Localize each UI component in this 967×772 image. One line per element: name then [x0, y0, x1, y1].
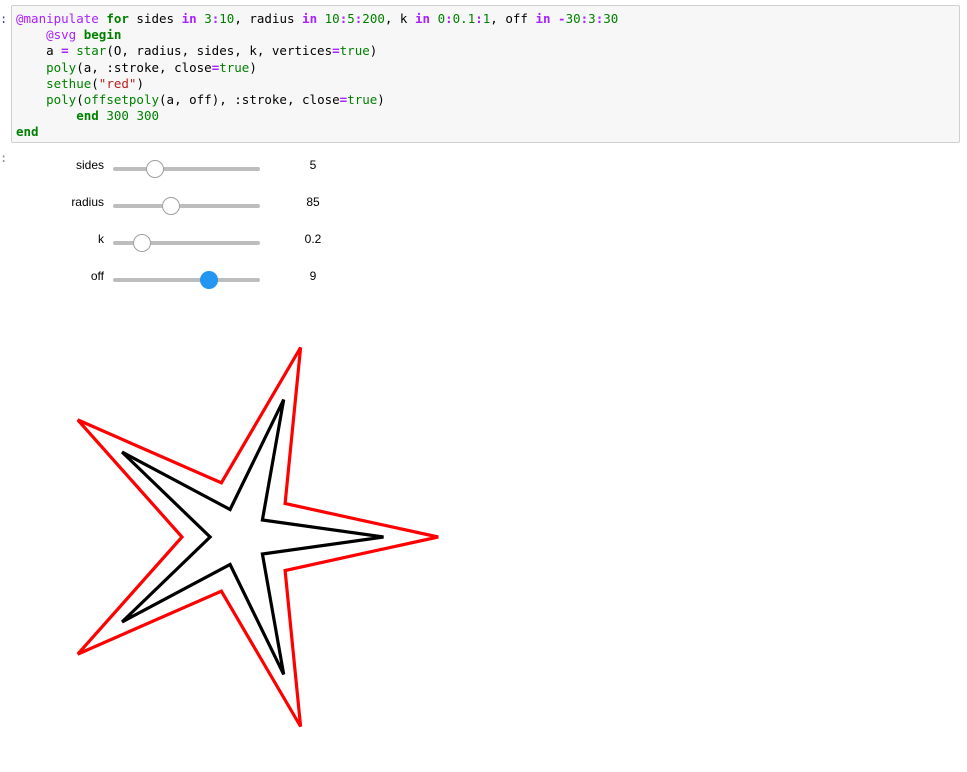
slider-row-k: k 0.2 [0, 231, 400, 257]
inner-star-polygon [120, 398, 384, 676]
code-editor[interactable]: @manipulate for sides in 3:10, radius in… [12, 6, 959, 141]
slider-handle-radius[interactable] [162, 197, 181, 215]
code-token: - [558, 11, 566, 26]
code-token: for [106, 11, 129, 26]
code-line: sethue("red") [16, 76, 144, 91]
slider-track-sides[interactable] [113, 160, 260, 178]
code-token: a [16, 43, 62, 59]
code-token: 300 [106, 108, 129, 124]
code-token: "red" [98, 75, 137, 91]
code-token: in [302, 11, 318, 26]
slider-row-radius: radius 85 [0, 194, 400, 220]
offset-star-polygon [76, 346, 439, 728]
code-token: @svg [46, 27, 77, 43]
code-token: in [414, 11, 431, 26]
code-token: begin [83, 27, 122, 43]
slider-track-k[interactable] [113, 234, 260, 252]
code-token: poly [46, 59, 77, 75]
code-token: 0.1 [452, 11, 476, 26]
code-token: ( [91, 75, 99, 91]
code-line: end 300 300 [16, 108, 159, 123]
code-token: sethue [46, 75, 92, 91]
code-token: 3 [204, 11, 212, 26]
code-token: (a, [76, 59, 107, 75]
code-line: end [16, 124, 39, 139]
code-token: @manipulate [16, 11, 99, 26]
slider-label-off: off [90, 269, 104, 283]
code-token: , close [159, 59, 212, 75]
code-token: ) [369, 43, 378, 59]
code-line: @manipulate for sides in 3:10, radius in… [16, 11, 618, 26]
slider-row-sides: sides 5 [0, 157, 400, 183]
code-line: poly(offsetpoly(a, off), :stroke, close=… [16, 92, 385, 107]
slider-track-off[interactable] [113, 271, 260, 289]
slider-track-radius[interactable] [113, 197, 260, 215]
code-token: :stroke [234, 92, 287, 108]
code-token: , close [286, 92, 340, 108]
input-prompt: : [0, 12, 8, 26]
code-line: a = star(O, radius, sides, k, vertices=t… [16, 43, 377, 58]
code-token: :stroke [106, 59, 160, 75]
code-line: poly(a, :stroke, close=true) [16, 60, 257, 75]
code-token: 0 [437, 11, 446, 26]
code-token: poly [46, 92, 77, 108]
code-token: = [61, 43, 69, 59]
code-token: (a, off), [159, 92, 235, 108]
code-token: star [76, 43, 107, 59]
code-token: , k [384, 11, 415, 26]
code-token: 300 [136, 108, 160, 124]
slider-value-k: 0.2 [304, 232, 322, 246]
code-token: end [16, 124, 39, 140]
code-token: , off [490, 11, 536, 26]
code-token: (O, radius, sides, k, vertices [106, 43, 333, 59]
code-token: 3 [588, 11, 596, 26]
code-token: true [339, 43, 370, 59]
code-line: @svg begin [16, 27, 121, 42]
code-token: true [347, 92, 378, 108]
code-token: 5 [347, 11, 355, 26]
code-cell[interactable]: @manipulate for sides in 3:10, radius in… [11, 5, 960, 143]
code-token: : [445, 11, 453, 26]
code-token: in [535, 11, 551, 26]
slider-value-radius: 85 [306, 195, 320, 209]
slider-handle-off[interactable] [199, 271, 218, 289]
code-token: 30 [603, 11, 619, 26]
code-token: = [332, 43, 340, 59]
slider-value-off: 9 [309, 269, 317, 283]
code-token: ) [377, 92, 385, 108]
code-token: 200 [362, 11, 385, 26]
code-token: end [76, 108, 99, 124]
slider-label-k: k [98, 232, 104, 246]
code-token: ) [136, 75, 144, 91]
star-output-canvas [76, 346, 439, 728]
code-token: true [219, 59, 250, 75]
code-token: , radius [234, 11, 303, 26]
slider-value-sides: 5 [309, 158, 317, 172]
code-token: 30 [565, 11, 581, 26]
slider-handle-k[interactable] [133, 234, 152, 252]
code-token: : [475, 11, 483, 26]
code-token: offsetpoly [83, 92, 160, 108]
slider-handle-sides[interactable] [146, 160, 164, 178]
code-token: 10 [324, 11, 340, 26]
code-token: in [181, 11, 197, 26]
code-token: sides [128, 11, 182, 26]
code-token: ) [249, 59, 257, 75]
code-token: ( [76, 92, 84, 108]
slider-row-off: off 9 [0, 268, 400, 294]
slider-label-sides: sides [75, 158, 104, 172]
code-token: 10 [219, 11, 235, 26]
slider-label-radius: radius [71, 195, 104, 209]
